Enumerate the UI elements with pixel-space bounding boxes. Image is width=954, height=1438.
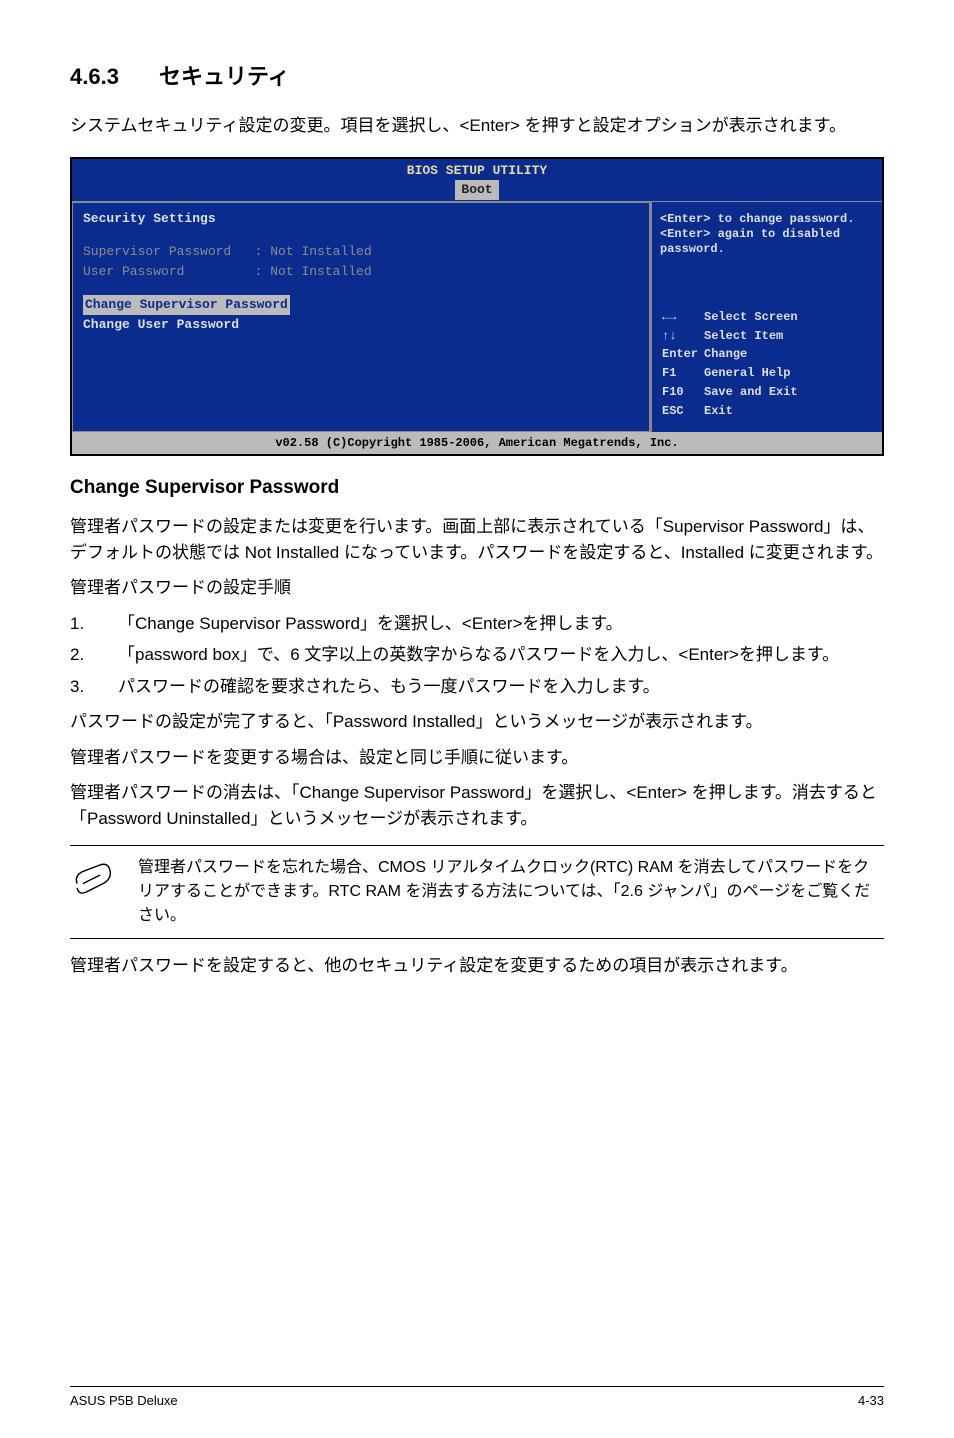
step-3: 3.パスワードの確認を要求されたら、もう一度パスワードを入力します。 [70, 674, 884, 700]
step-2: 2.「password box」で、6 文字以上の英数字からなるパスワードを入力… [70, 642, 884, 668]
paragraph-5: 管理者パスワードを設定すると、他のセキュリティ設定を変更するための項目が表示され… [70, 953, 884, 979]
paperclip-icon [70, 856, 138, 906]
bios-help-text: <Enter> to change password. <Enter> agai… [660, 212, 874, 257]
bios-footer: v02.58 (C)Copyright 1985-2006, American … [72, 432, 882, 454]
section-title: セキュリティ [159, 64, 290, 89]
steps-title: 管理者パスワードの設定手順 [70, 575, 884, 601]
subsection-heading: Change Supervisor Password [70, 474, 884, 503]
intro-paragraph: システムセキュリティ設定の変更。項目を選択し、<Enter> を押すと設定オプシ… [70, 113, 884, 139]
section-heading: 4.6.3 セキュリティ [70, 60, 884, 93]
note-text: 管理者パスワードを忘れた場合、CMOS リアルタイムクロック(RTC) RAM … [138, 856, 884, 928]
footer-left: ASUS P5B Deluxe [70, 1391, 178, 1411]
step-1: 1.「Change Supervisor Password」を選択し、<Ente… [70, 611, 884, 637]
steps-list: 1.「Change Supervisor Password」を選択し、<Ente… [70, 611, 884, 700]
bios-menu-change-user: Change User Password [83, 315, 639, 335]
section-number: 4.6.3 [70, 64, 119, 89]
paragraph-1: 管理者パスワードの設定または変更を行います。画面上部に表示されている「Super… [70, 514, 884, 565]
paragraph-4: 管理者パスワードの消去は、「Change Supervisor Password… [70, 780, 884, 831]
footer-right: 4-33 [858, 1391, 884, 1411]
bios-section-heading: Security Settings [83, 209, 639, 229]
bios-screenshot: BIOS SETUP UTILITY Boot Security Setting… [70, 157, 884, 456]
bios-titlebar: BIOS SETUP UTILITY Boot [72, 159, 882, 201]
paragraph-2: パスワードの設定が完了すると、「Password Installed」というメッ… [70, 709, 884, 735]
bios-row-user: User Password : Not Installed [83, 262, 639, 282]
bios-tab-boot: Boot [455, 180, 498, 200]
paragraph-3: 管理者パスワードを変更する場合は、設定と同じ手順に従います。 [70, 745, 884, 771]
bios-row-supervisor: Supervisor Password : Not Installed [83, 242, 639, 262]
note-box: 管理者パスワードを忘れた場合、CMOS リアルタイムクロック(RTC) RAM … [70, 845, 884, 939]
bios-key-legend: ←→Select Screen ↑↓Select Item EnterChang… [660, 307, 874, 422]
page-footer: ASUS P5B Deluxe 4-33 [70, 1386, 884, 1411]
bios-menu-change-supervisor: Change Supervisor Password [83, 295, 290, 315]
bios-title: BIOS SETUP UTILITY [407, 163, 547, 178]
